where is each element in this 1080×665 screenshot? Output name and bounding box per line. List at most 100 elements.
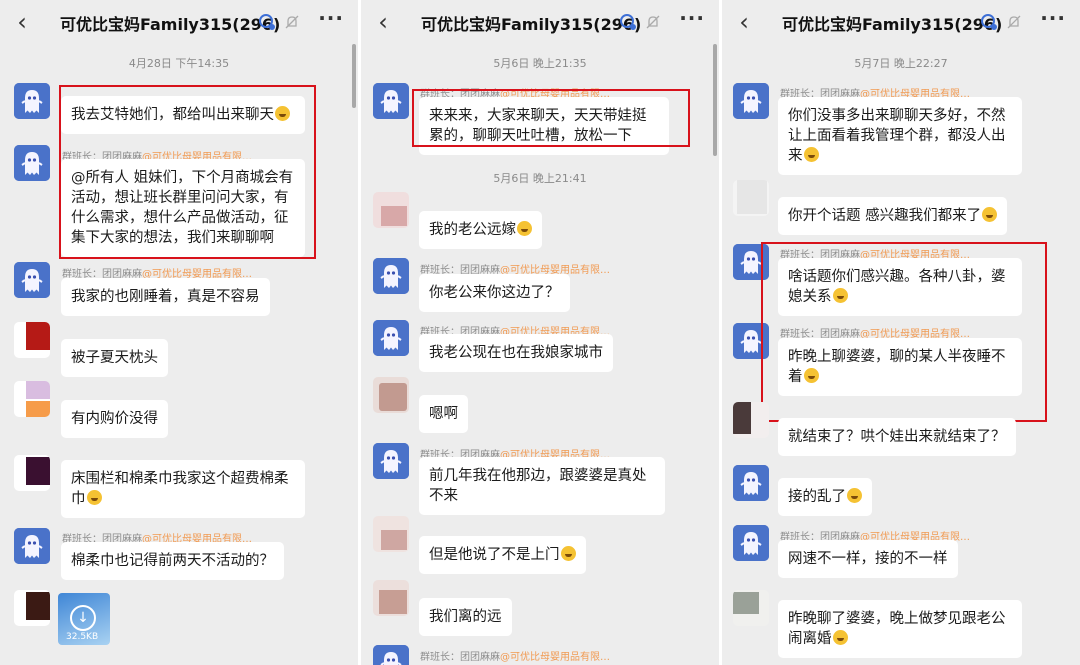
message-bubble[interactable]: @所有人 姐妹们，下个月商城会有活动，想让班长群里问问大家，有什么需求，想什么产…: [61, 159, 305, 257]
message-text: 前几年我在他那边，跟婆婆是真处不来: [429, 468, 647, 504]
avatar[interactable]: [14, 322, 50, 358]
avatar[interactable]: [733, 180, 769, 216]
group-chat-icon[interactable]: [980, 13, 998, 31]
image-message[interactable]: ↓ 32.5KB: [58, 593, 110, 645]
timestamp: 4月28日 下午14:35: [128, 57, 230, 70]
message-text: 我的老公远嫁: [429, 222, 516, 238]
message-text: 接的乱了: [788, 489, 846, 505]
message-bubble[interactable]: 前几年我在他那边，跟婆婆是真处不来: [419, 457, 665, 515]
avatar[interactable]: [14, 262, 50, 298]
message-bubble[interactable]: 就结束了？哄个娃出来就结束了？: [778, 418, 1016, 456]
message-bubble[interactable]: 你开个话题 感兴趣我们都来了: [778, 197, 1008, 235]
message-bubble[interactable]: 你老公来你这边了？: [419, 274, 570, 312]
message-text: 你老公来你这边了？: [429, 285, 560, 301]
message-bubble[interactable]: 来来来，大家来聊天，天天带娃挺累的，聊聊天吐吐槽，放松一下: [419, 97, 669, 155]
avatar[interactable]: [373, 192, 409, 228]
message-text: @所有人 姐妹们，下个月商城会有活动，想让班长群里问问大家，有什么需求，想什么产…: [71, 170, 294, 246]
emoji-icon: [832, 288, 848, 303]
avatar[interactable]: [733, 323, 769, 359]
emoji-icon: [847, 488, 862, 503]
message-text: 来来来，大家来聊天，天天带娃挺累的，聊聊天吐吐槽，放松一下: [429, 108, 647, 144]
avatar[interactable]: [373, 645, 409, 665]
back-arrow-icon[interactable]: ‹: [10, 9, 34, 35]
timestamp: 5月7日 晚上22:27: [854, 57, 948, 70]
chat-panel-2: ‹ 可优比宝妈Family315(296) ··· 5月6日 晚上21:35 群…: [361, 0, 719, 665]
emoji-icon: [832, 630, 848, 645]
avatar[interactable]: [373, 516, 409, 552]
avatar[interactable]: [14, 590, 50, 626]
message-text: 你开个话题 感兴趣我们都来了: [788, 208, 982, 224]
avatar[interactable]: [373, 83, 409, 119]
message-bubble[interactable]: 我去艾特她们，都给叫出来聊天: [61, 96, 305, 134]
download-icon[interactable]: ↓: [70, 605, 96, 631]
sender-name: 群班长：团团麻麻@可优比母婴用品有限…: [420, 652, 610, 663]
message-bubble[interactable]: 我的老公远嫁: [419, 211, 542, 249]
message-text: 我去艾特她们，都给叫出来聊天: [71, 107, 274, 123]
emoji-icon: [86, 490, 102, 505]
message-text: 棉柔巾也记得前两天不活动的？: [71, 553, 274, 569]
back-arrow-icon[interactable]: ‹: [371, 9, 395, 35]
timestamp: 5月6日 晚上21:41: [493, 172, 587, 185]
emoji-icon: [560, 546, 576, 561]
message-bubble[interactable]: 我家的也刚睡着，真是不容易: [61, 278, 270, 316]
message-bubble[interactable]: 嗯啊: [419, 395, 468, 433]
scrollbar[interactable]: [352, 44, 356, 108]
message-bubble[interactable]: 有内购价没得: [61, 400, 168, 438]
mute-bell-icon: [285, 15, 299, 29]
avatar[interactable]: [733, 525, 769, 561]
message-bubble[interactable]: 但是他说了不是上门: [419, 536, 586, 574]
avatar[interactable]: [733, 402, 769, 438]
title-bar: ‹ 可优比宝妈Family315(296) ···: [0, 0, 358, 44]
message-text: 但是他说了不是上门: [429, 547, 560, 563]
mute-bell-icon: [646, 15, 660, 29]
message-bubble[interactable]: 接的乱了: [778, 478, 872, 516]
avatar[interactable]: [373, 377, 409, 413]
avatar[interactable]: [733, 465, 769, 501]
avatar[interactable]: [733, 244, 769, 280]
avatar[interactable]: [373, 443, 409, 479]
message-bubble[interactable]: 床围栏和棉柔巾我家这个超费棉柔巾: [61, 460, 305, 518]
message-text: 床围栏和棉柔巾我家这个超费棉柔巾: [71, 471, 289, 507]
avatar[interactable]: [373, 580, 409, 616]
message-text: 啥话题你们感兴趣。各种八卦，婆媳关系: [788, 269, 1006, 305]
message-bubble[interactable]: 昨晚上聊婆婆，聊的某人半夜睡不着: [778, 338, 1022, 396]
avatar[interactable]: [373, 258, 409, 294]
back-arrow-icon[interactable]: ‹: [732, 9, 756, 35]
avatar[interactable]: [733, 83, 769, 119]
title-bar: ‹ 可优比宝妈Family315(296) ···: [722, 0, 1080, 44]
avatar[interactable]: [14, 455, 50, 491]
message-bubble[interactable]: 啥话题你们感兴趣。各种八卦，婆媳关系: [778, 258, 1022, 316]
message-text: 昨晚上聊婆婆，聊的某人半夜睡不着: [788, 349, 1006, 385]
more-options-icon[interactable]: ···: [1040, 6, 1066, 30]
avatar[interactable]: [373, 320, 409, 356]
message-bubble[interactable]: 你们没事多出来聊聊天多好，不然让上面看着我管理个群，都没人出来: [778, 97, 1022, 175]
message-bubble[interactable]: 昨晚聊了婆婆，晚上做梦见跟老公闹离婚: [778, 600, 1022, 658]
avatar[interactable]: [14, 381, 50, 417]
chat-title: 可优比宝妈Family315(296): [421, 15, 642, 34]
message-bubble[interactable]: 我老公现在也在我娘家城市: [419, 334, 613, 372]
emoji-icon: [803, 368, 819, 383]
image-size: 32.5KB: [66, 632, 99, 642]
message-bubble[interactable]: 被子夏天枕头: [61, 339, 168, 377]
chat-panel-1: ‹ 可优比宝妈Family315(296) ··· 4月28日 下午14:35 …: [0, 0, 358, 665]
avatar[interactable]: [14, 145, 50, 181]
message-text: 网速不一样，接的不一样: [788, 551, 948, 567]
title-bar: ‹ 可优比宝妈Family315(296) ···: [361, 0, 719, 44]
chat-panel-3: ‹ 可优比宝妈Family315(296) ··· 5月7日 晚上22:27 群…: [722, 0, 1080, 665]
more-options-icon[interactable]: ···: [318, 6, 344, 30]
message-text: 嗯啊: [429, 406, 458, 422]
message-text: 就结束了？哄个娃出来就结束了？: [788, 429, 1006, 445]
chat-title: 可优比宝妈Family315(296): [782, 15, 1003, 34]
avatar[interactable]: [733, 590, 769, 626]
message-bubble[interactable]: 棉柔巾也记得前两天不活动的？: [61, 542, 284, 580]
group-chat-icon[interactable]: [619, 13, 637, 31]
emoji-icon: [982, 207, 998, 222]
avatar[interactable]: [14, 528, 50, 564]
group-chat-icon[interactable]: [258, 13, 276, 31]
message-bubble[interactable]: 网速不一样，接的不一样: [778, 540, 958, 578]
more-options-icon[interactable]: ···: [679, 6, 705, 30]
message-bubble[interactable]: 我们离的远: [419, 598, 512, 636]
avatar[interactable]: [14, 83, 50, 119]
emoji-icon: [275, 106, 290, 121]
timestamp: 5月6日 晚上21:35: [493, 57, 587, 70]
